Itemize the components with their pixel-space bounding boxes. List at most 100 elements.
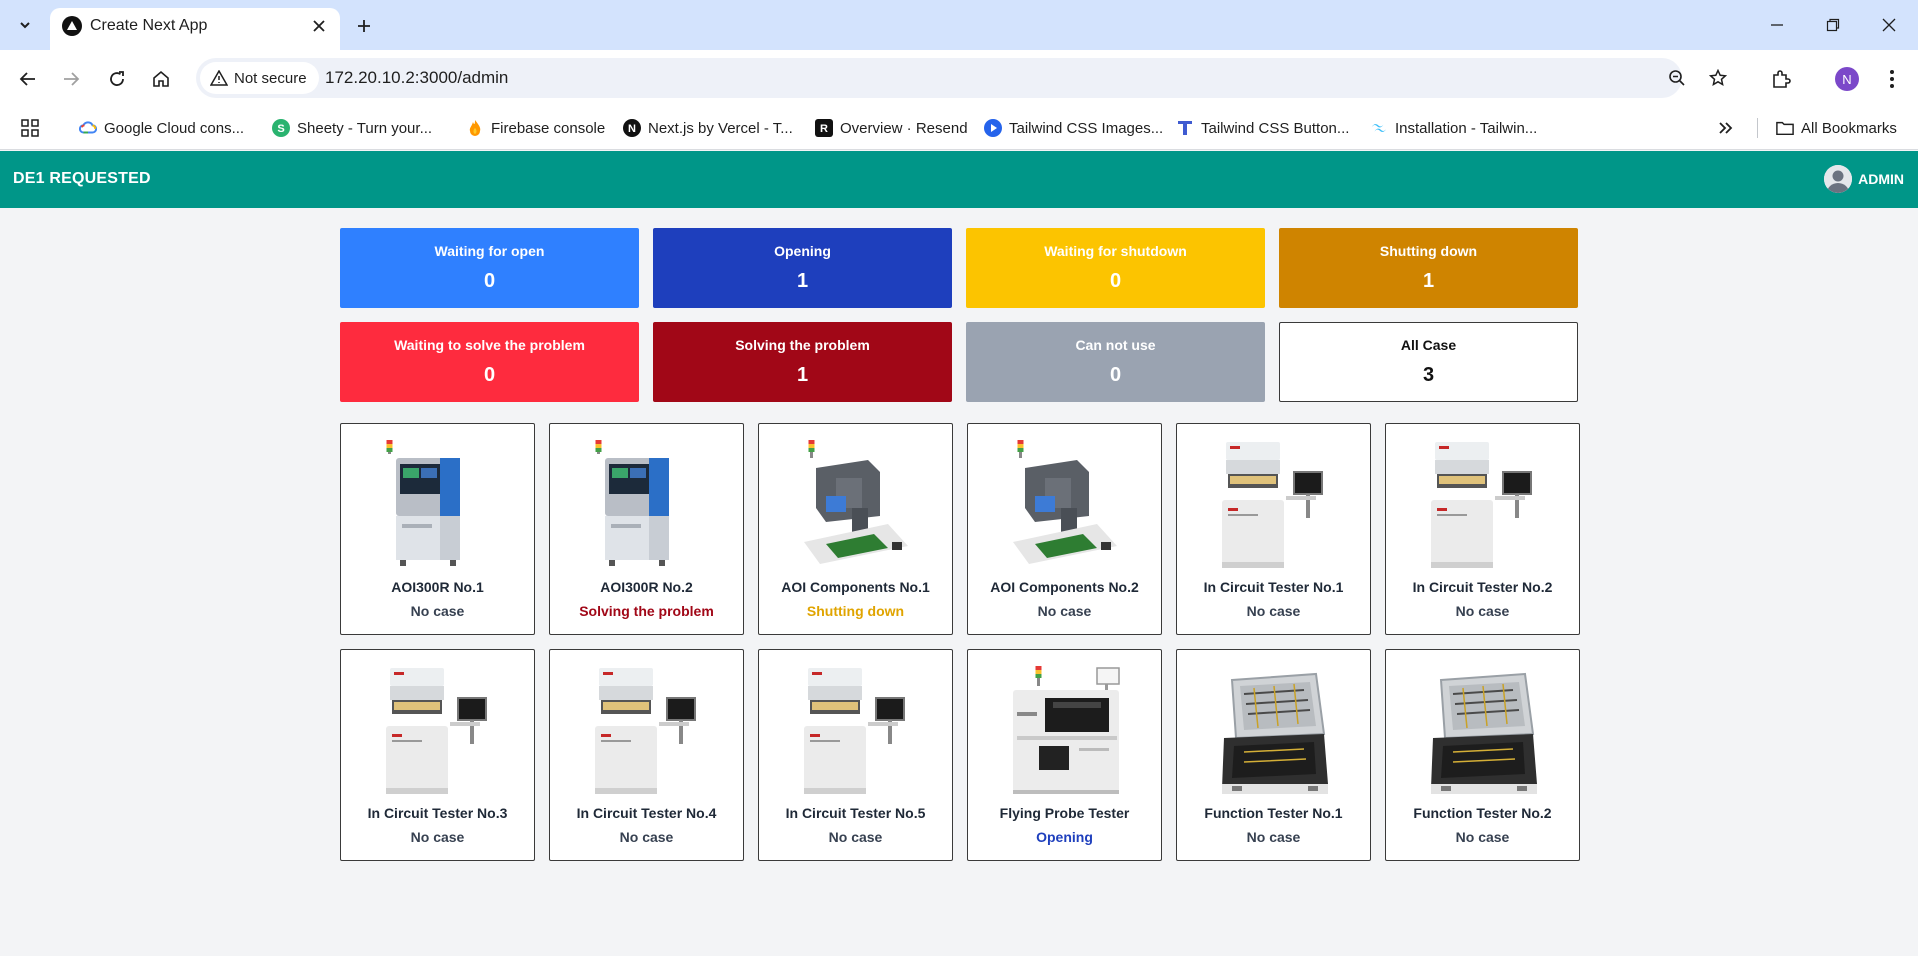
minimize-button[interactable] [1754, 10, 1800, 40]
machine-card[interactable]: Flying Probe Tester Opening [967, 649, 1162, 861]
more-bookmarks-button[interactable] [1718, 116, 1734, 140]
chevron-down-icon [20, 22, 30, 29]
status-card-solving-the-problem[interactable]: Solving the problem 1 [653, 322, 952, 402]
status-card-count: 3 [1422, 364, 1435, 386]
bookmark-tailwind-button[interactable]: Tailwind CSS Button... [1176, 116, 1349, 140]
browser-tab[interactable]: Create Next App [50, 8, 340, 50]
status-card-label: Solving the problem [735, 337, 870, 353]
bookmark-nextjs[interactable]: N Next.js by Vercel - T... [623, 116, 793, 140]
status-card-waiting-to-solve-the-problem[interactable]: Waiting to solve the problem 0 [340, 322, 639, 402]
address-bar[interactable]: Not secure 172.20.10.2:3000/admin [196, 58, 1727, 98]
machine-image-aoi-comp [1005, 438, 1125, 573]
status-card-waiting-for-open[interactable]: Waiting for open 0 [340, 228, 639, 308]
restore-button[interactable] [1810, 10, 1856, 40]
tailwind-icon [1370, 119, 1388, 137]
status-card-waiting-for-shutdown[interactable]: Waiting for shutdown 0 [966, 228, 1265, 308]
machine-name: Function Tester No.1 [1204, 805, 1343, 821]
machine-image-ict [378, 664, 498, 799]
machine-image-ict [1423, 438, 1543, 573]
minimize-icon [1771, 24, 1783, 26]
forward-button[interactable] [56, 64, 86, 94]
plus-icon [358, 20, 370, 32]
arrow-right-icon [64, 72, 80, 86]
machine-name: AOI Components No.2 [990, 579, 1139, 595]
status-card-label: Can not use [1075, 337, 1156, 353]
machine-card[interactable]: Function Tester No.2 No case [1385, 649, 1580, 861]
machine-card[interactable]: AOI300R No.2 Solving the problem [549, 423, 744, 635]
status-card-all-case[interactable]: All Case 3 [1279, 322, 1578, 402]
extensions-button[interactable] [1766, 64, 1796, 94]
bookmark-firebase[interactable]: Firebase console [466, 116, 605, 140]
machine-card[interactable]: AOI Components No.1 Shutting down [758, 423, 953, 635]
bookmarks-bar: Google Cloud cons... S Sheety - Turn you… [0, 106, 1918, 150]
status-card-count: 0 [483, 364, 496, 386]
bookmark-resend[interactable]: R Overview · Resend [815, 116, 968, 140]
app-header: DE1 REQUESTED ADMIN [0, 151, 1918, 208]
bookmark-label: Tailwind CSS Images... [1009, 119, 1164, 137]
close-icon [1882, 18, 1896, 32]
machine-image-function [1214, 664, 1334, 799]
bookmark-label: Overview · Resend [840, 119, 968, 137]
status-card-label: All Case [1400, 337, 1457, 353]
home-icon [153, 70, 169, 87]
tab-search-button[interactable] [10, 11, 40, 39]
bookmark-label: Sheety - Turn your... [297, 119, 433, 137]
zoom-button[interactable] [1663, 64, 1691, 92]
machine-name: In Circuit Tester No.1 [1203, 579, 1344, 595]
machine-grid: AOI300R No.1 No case AOI300R No.2 Solving … [340, 423, 1580, 861]
play-icon [984, 119, 1002, 137]
bookmark-label: Installation - Tailwin... [1395, 119, 1538, 137]
back-button[interactable] [13, 64, 43, 94]
new-tab-button[interactable] [350, 12, 378, 40]
machine-card[interactable]: In Circuit Tester No.1 No case [1176, 423, 1371, 635]
arrow-left-icon [19, 72, 35, 86]
nextjs-favicon-icon [62, 16, 82, 36]
kebab-menu-icon [1890, 70, 1894, 88]
bookmark-tailwind-images[interactable]: Tailwind CSS Images... [984, 116, 1163, 140]
status-card-count: 1 [796, 364, 809, 386]
svg-text:R: R [820, 123, 828, 135]
status-card-opening[interactable]: Opening 1 [653, 228, 952, 308]
machine-status: No case [410, 603, 465, 619]
bookmark-star-button[interactable] [1704, 64, 1732, 92]
status-card-can-not-use[interactable]: Can not use 0 [966, 322, 1265, 402]
bookmark-tailwind-installation[interactable]: Installation - Tailwin... [1370, 116, 1537, 140]
machine-card[interactable]: AOI Components No.2 No case [967, 423, 1162, 635]
not-secure-label: Not secure [234, 69, 307, 87]
browser-menu-button[interactable] [1877, 64, 1907, 94]
machine-image-aoi [587, 438, 707, 573]
url-text[interactable]: 172.20.10.2:3000/admin [325, 68, 508, 88]
status-card-shutting-down[interactable]: Shutting down 1 [1279, 228, 1578, 308]
machine-status: No case [619, 829, 674, 845]
site-info-chip[interactable]: Not secure [200, 62, 319, 94]
zoom-out-icon [1669, 70, 1685, 86]
status-card-label: Waiting to solve the problem [394, 337, 585, 353]
machine-status: Solving the problem [579, 603, 714, 619]
machine-card[interactable]: Function Tester No.1 No case [1176, 649, 1371, 861]
machine-card[interactable]: In Circuit Tester No.2 No case [1385, 423, 1580, 635]
machine-card[interactable]: In Circuit Tester No.5 No case [758, 649, 953, 861]
google-cloud-icon [79, 119, 97, 137]
bookmark-google-cloud[interactable]: Google Cloud cons... [79, 116, 244, 140]
machine-card[interactable]: AOI300R No.1 No case [340, 423, 535, 635]
machine-card[interactable]: In Circuit Tester No.3 No case [340, 649, 535, 861]
status-card-label: Opening [774, 243, 831, 259]
machine-name: Function Tester No.2 [1413, 805, 1552, 821]
home-button[interactable] [146, 64, 176, 94]
bookmark-label: Google Cloud cons... [104, 119, 245, 137]
apps-button[interactable] [20, 116, 40, 140]
all-bookmarks-button[interactable]: All Bookmarks [1776, 116, 1897, 140]
app-title: DE1 REQUESTED [13, 170, 151, 187]
user-menu[interactable]: ADMIN [1824, 165, 1904, 193]
profile-avatar[interactable]: N [1835, 67, 1859, 91]
status-card-label: Shutting down [1379, 243, 1478, 259]
tab-close-icon[interactable] [308, 15, 330, 37]
machine-status: No case [1037, 603, 1092, 619]
status-card-count: 0 [483, 270, 496, 292]
machine-card[interactable]: In Circuit Tester No.4 No case [549, 649, 744, 861]
reload-button[interactable] [102, 64, 132, 94]
warning-icon [210, 70, 228, 86]
bookmark-sheety[interactable]: S Sheety - Turn your... [272, 116, 432, 140]
machine-status: No case [410, 829, 465, 845]
close-window-button[interactable] [1866, 10, 1912, 40]
